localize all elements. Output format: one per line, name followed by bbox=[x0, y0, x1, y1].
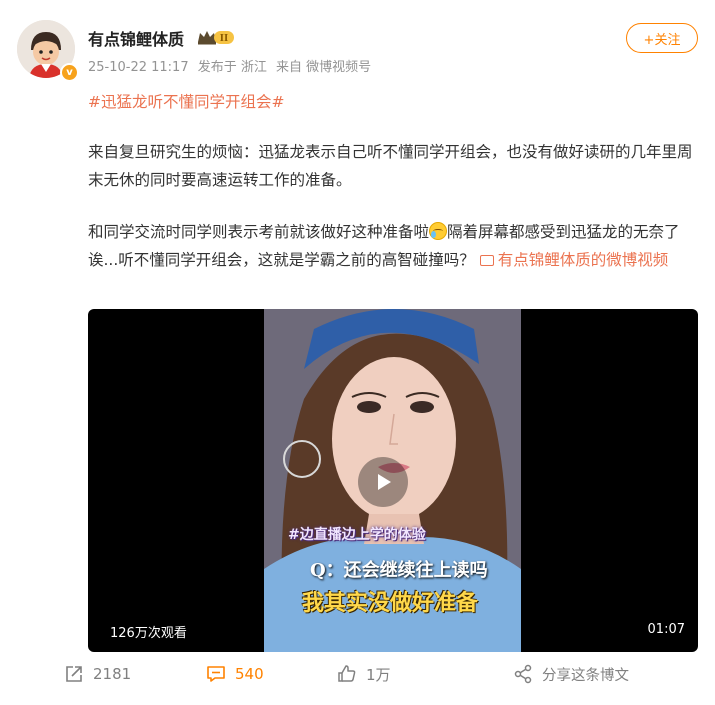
crown-level-icon: II bbox=[198, 31, 234, 45]
post-meta: 25-10-22 11:17 发布于 浙江 来自 微博视频号 bbox=[88, 56, 376, 75]
repost-count: 2181 bbox=[93, 665, 132, 683]
comment-count: 540 bbox=[235, 665, 264, 683]
repost-button[interactable]: 2181 bbox=[64, 660, 131, 688]
thumbs-up-icon bbox=[338, 665, 356, 682]
verified-badge-icon: v bbox=[60, 63, 79, 82]
level-badge-text: II bbox=[220, 34, 228, 44]
like-button[interactable]: 1万 bbox=[337, 660, 391, 688]
comment-icon bbox=[207, 666, 225, 682]
paragraph-2: 和同学交流时同学则表示考前就该做好这种准备啦 隔着屏幕都感受到迅猛龙的无奈了诶..… bbox=[88, 218, 700, 274]
crying-laugh-emoji-icon bbox=[429, 222, 448, 240]
view-count: 126万次观看 bbox=[110, 626, 187, 641]
location: 发布于 浙江 bbox=[197, 60, 267, 75]
repost-icon bbox=[66, 666, 82, 682]
timestamp[interactable]: 25-10-22 11:17 bbox=[88, 60, 189, 75]
action-bar: 2181 540 1万 分享这条博文 bbox=[0, 660, 715, 690]
share-label: 分享这条博文 bbox=[542, 667, 629, 684]
post-content: #迅猛龙听不懂同学开组会# 来自复旦研究生的烦恼：迅猛龙表示自己听不懂同学开组会… bbox=[88, 88, 700, 274]
like-count: 1万 bbox=[366, 665, 391, 684]
comment-button[interactable]: 540 bbox=[206, 660, 264, 688]
video-caption-question: Q：还会继续往上读吗 bbox=[310, 560, 488, 581]
paragraph-1: 来自复旦研究生的烦恼：迅猛龙表示自己听不懂同学开组会，也没有做好读研的几年里周末… bbox=[88, 143, 693, 189]
source: 来自 微博视频号 bbox=[276, 60, 372, 75]
video-link[interactable]: 有点锦鲤体质的微博视频 bbox=[479, 251, 669, 269]
paragraph-2-part-a: 和同学交流时同学则表示考前就该做好这种准备啦 bbox=[88, 223, 430, 241]
follow-button[interactable]: +关注 bbox=[626, 23, 698, 53]
video-link-icon bbox=[479, 255, 494, 266]
play-icon bbox=[378, 474, 391, 490]
share-post-button[interactable]: 分享这条博文 bbox=[513, 660, 629, 688]
hashtag-link[interactable]: #迅猛龙听不懂同学开组会# bbox=[88, 93, 284, 111]
share-icon bbox=[514, 664, 532, 684]
avatar[interactable]: v bbox=[17, 20, 79, 82]
play-button[interactable] bbox=[358, 457, 408, 507]
video-link-label: 有点锦鲤体质的微博视频 bbox=[497, 251, 669, 269]
video-caption-answer: 我其实没做好准备 bbox=[302, 590, 479, 616]
video-caption-tag: #边直播边上学的体验 bbox=[288, 527, 426, 543]
video-duration: 01:07 bbox=[647, 622, 685, 637]
video-player[interactable]: #边直播边上学的体验 Q：还会继续往上读吗 我其实没做好准备 126万次观看 0… bbox=[88, 309, 698, 652]
username[interactable]: 有点锦鲤体质 bbox=[88, 26, 184, 50]
